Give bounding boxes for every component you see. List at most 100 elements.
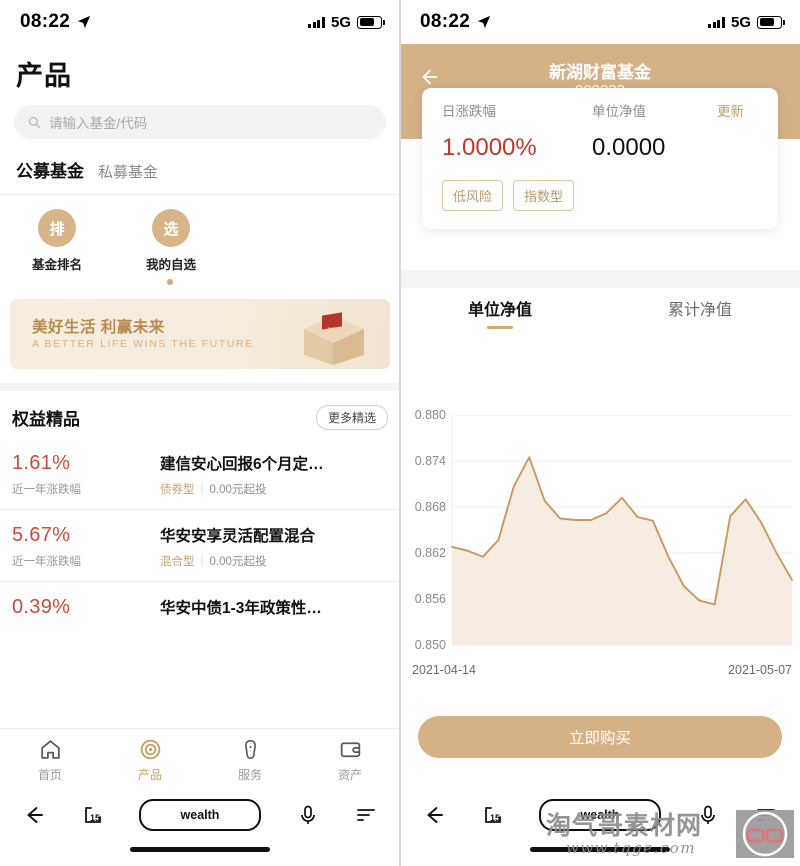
search-input[interactable]: 请输入基金/代码 [14, 105, 386, 139]
quick-entry-list: 排 基金排名 选 我的自选 [0, 195, 400, 273]
section-header-equity: 权益精品 更多精选 [0, 391, 400, 438]
chart-canvas [451, 415, 793, 646]
menu-icon[interactable] [354, 803, 378, 827]
carousel-dot-active[interactable] [167, 279, 173, 285]
status-bar-left: 08:22 5G [0, 0, 400, 44]
y-axis-tick: 0.880 [414, 408, 446, 422]
battery-icon [357, 15, 385, 29]
daily-change-label: 日涨跌幅 [442, 104, 496, 119]
search-icon [28, 116, 41, 128]
address-bar[interactable]: wealth [139, 799, 261, 831]
tab-private-fund[interactable]: 私募基金 [98, 161, 158, 182]
meta-separator: | [200, 483, 204, 495]
product-return-label: 近一年涨跌幅 [12, 484, 81, 496]
x-axis-tick-end: 2021-05-07 [728, 663, 792, 677]
svg-text:15: 15 [490, 813, 500, 823]
browser-bottom-bar-left: 15 wealth [0, 791, 400, 866]
back-arrow-icon[interactable] [22, 803, 46, 827]
wallet-icon [340, 742, 360, 758]
sidebar-item-label: 服务 [237, 768, 262, 782]
screenshot-root: 08:22 5G 产品 请输入基金/代码 公募基金 私募基金 排 基金排名 选 … [0, 0, 800, 866]
status-bar-left-group: 08:22 [420, 11, 491, 33]
meta-separator: | [200, 555, 204, 567]
product-return-pct: 0.39% [12, 596, 71, 618]
signal-icon [708, 16, 725, 28]
product-info: 华安中债1-3年政策性… [160, 596, 322, 619]
unit-nav-value: 0.0000 [592, 134, 666, 161]
section-title: 权益精品 [12, 410, 80, 429]
section-gap-band [400, 270, 800, 288]
product-info: 华安安享灵活配置混合 混合型 | 0.00元起投 [160, 524, 315, 569]
product-icon [140, 739, 160, 760]
tab-count-icon[interactable]: 15 [481, 803, 505, 827]
product-name: 华安安享灵活配置混合 [160, 528, 316, 545]
carousel-dots [0, 273, 400, 285]
product-performance: 1.61% 近一年涨跌幅 [12, 452, 160, 497]
tab-public-fund[interactable]: 公募基金 [16, 157, 84, 182]
banner-title: 美好生活 利赢未来 [32, 319, 165, 336]
watchlist-icon: 选 [152, 209, 190, 247]
sidebar-item-service[interactable]: 服务 [200, 737, 300, 783]
table-row[interactable]: 5.67% 近一年涨跌幅 华安安享灵活配置混合 混合型 | 0.00元起投 [0, 510, 400, 582]
more-selections-button[interactable]: 更多精选 [315, 405, 388, 430]
chart-tab-label: 单位净值 [467, 302, 532, 319]
unit-nav-label: 单位净值 [592, 104, 646, 119]
fund-category-tabs: 公募基金 私募基金 [0, 139, 400, 182]
banner-subtitle: A BETTER LIFE WINS THE FUTURE [32, 338, 254, 350]
tab-unit-nav[interactable]: 单位净值 [400, 296, 600, 329]
product-return-pct: 5.67% [12, 524, 71, 546]
sidebar-item-product[interactable]: 产品 [100, 737, 200, 783]
microphone-icon[interactable] [296, 803, 320, 827]
product-type: 混合型 [160, 556, 195, 568]
svg-text:淘气哥素材网: 淘气哥素材网 [546, 811, 702, 840]
status-time: 08:22 [420, 11, 471, 32]
quick-entry-my-watchlist[interactable]: 选 我的自选 [138, 209, 204, 273]
product-meta: 债券型 | 0.00元起投 [160, 481, 324, 497]
fund-summary-card: 日涨跌幅 单位净值 更新 1.0000% 0.0000 低风险 指数型 [422, 88, 778, 229]
home-indicator [130, 847, 270, 852]
product-return-label: 近一年涨跌幅 [12, 556, 81, 568]
network-type-label: 5G [730, 13, 751, 31]
back-arrow-icon[interactable] [422, 803, 446, 827]
status-badge-type: 指数型 [513, 180, 575, 211]
sidebar-item-label: 首页 [37, 768, 62, 782]
signal-icon [308, 16, 325, 28]
quick-entry-label: 我的自选 [145, 258, 196, 272]
product-min-investment: 0.00元起投 [209, 484, 267, 496]
sidebar-item-label: 资产 [337, 768, 362, 782]
buy-now-button[interactable]: 立即购买 [418, 716, 782, 758]
gift-box-icon: 渐 [304, 312, 364, 365]
daily-change-value: 1.0000% [442, 134, 537, 161]
update-button[interactable]: 更新 [717, 100, 744, 120]
panel-divider [399, 0, 401, 866]
page-title: 产品 [16, 61, 72, 91]
svg-text:www.tqge.com: www.tqge.com [566, 839, 696, 857]
table-row[interactable]: 0.39% 华安中债1-3年政策性… [0, 582, 400, 631]
sidebar-item-home[interactable]: 首页 [0, 737, 100, 783]
product-return-pct: 1.61% [12, 452, 71, 474]
tab-count-icon[interactable]: 15 [81, 803, 105, 827]
product-performance: 0.39% [12, 596, 160, 619]
page-title: 新湖财富基金 [549, 63, 651, 82]
y-axis-tick: 0.874 [414, 454, 446, 468]
chart-tab-label: 累计净值 [667, 302, 732, 319]
table-row[interactable]: 1.61% 近一年涨跌幅 建信安心回报6个月定… 债券型 | 0.00元起投 [0, 438, 400, 510]
location-arrow-icon [77, 15, 91, 29]
y-axis-tick: 0.856 [414, 592, 446, 606]
product-min-investment: 0.00元起投 [209, 556, 267, 568]
svg-text:15: 15 [90, 813, 100, 823]
location-arrow-icon [477, 15, 491, 29]
quick-entry-fund-ranking[interactable]: 排 基金排名 [24, 209, 90, 273]
tab-cumulative-nav[interactable]: 累计净值 [600, 296, 800, 329]
svg-text:渐: 渐 [327, 326, 335, 336]
fund-tag-list: 低风险 指数型 [442, 180, 758, 211]
watermark: 淘气哥素材网 www.tqge.com [546, 810, 794, 858]
x-axis-tick-start: 2021-04-14 [412, 663, 476, 677]
sidebar-item-label: 产品 [137, 768, 162, 782]
nav-history-chart[interactable]: 0.880 0.874 0.868 0.862 0.856 0.850 2021… [400, 408, 800, 690]
sidebar-item-assets[interactable]: 资产 [300, 737, 400, 783]
promo-banner[interactable]: 美好生活 利赢未来 A BETTER LIFE WINS THE FUTURE … [10, 299, 390, 369]
status-bar-right-group: 5G [308, 14, 385, 31]
y-axis-tick: 0.868 [414, 500, 446, 514]
right-phone-panel: 08:22 5G 新湖财富基金 009233 日涨跌幅 单位净值 更新 1.00… [400, 0, 800, 866]
